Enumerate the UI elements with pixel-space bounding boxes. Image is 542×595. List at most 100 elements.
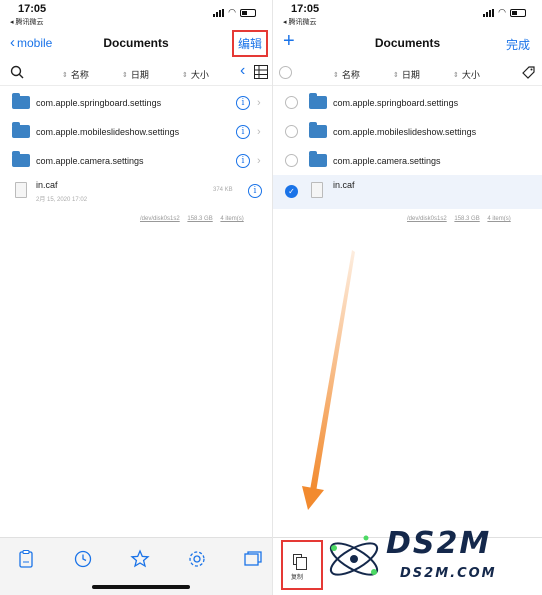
- status-carrier: ◂ 腾讯微云: [10, 19, 44, 26]
- folder-icon: [12, 122, 30, 138]
- row-checkbox[interactable]: [285, 154, 298, 167]
- row-checkbox[interactable]: [285, 125, 298, 138]
- page-title: Documents: [374, 36, 441, 50]
- sort-arrows-icon: ⇕: [182, 71, 188, 79]
- star-icon[interactable]: [129, 548, 151, 570]
- list-item[interactable]: com.apple.camera.settings i ›: [0, 146, 272, 175]
- sort-by-size[interactable]: ⇕ 大小: [453, 68, 480, 81]
- sort-arrows-icon: ⇕: [393, 71, 399, 79]
- left-screen: 17:05 ◂ 腾讯微云 ◠ ‹ mobile Documents 编辑 ⇕ 名称…: [0, 0, 272, 595]
- sort-arrows-icon: ⇕: [62, 71, 68, 79]
- folder-name: com.apple.springboard.settings: [333, 97, 459, 108]
- sort-by-name[interactable]: ⇕ 名称: [333, 68, 360, 81]
- list-item-selected[interactable]: ✓ in.caf: [273, 175, 542, 209]
- wifi-icon: ◠: [498, 7, 506, 17]
- list-item[interactable]: in.caf 2月 15, 2020 17:02 374 KB i: [0, 175, 272, 209]
- sort-by-name[interactable]: ⇕ 名称: [62, 68, 89, 81]
- status-bar: 17:05 ◂ 腾讯微云 ◠: [273, 0, 542, 30]
- sort-arrows-icon: ⇕: [453, 71, 459, 79]
- list-item[interactable]: com.apple.mobileslideshow.settings i ›: [0, 117, 272, 146]
- chevron-right-icon: ›: [257, 125, 261, 138]
- row-checkbox[interactable]: [285, 96, 298, 109]
- file-icon: [311, 182, 323, 198]
- item-count: 4 item(s): [220, 216, 244, 222]
- wifi-icon: ◠: [228, 7, 236, 17]
- sort-arrows-icon: ⇕: [122, 71, 128, 79]
- file-list: com.apple.springboard.settings i › com.a…: [0, 88, 272, 209]
- signal-icon: [483, 8, 495, 17]
- free-space: 158.3 GB: [187, 216, 213, 222]
- status-bar: 17:05 ◂ 腾讯微云 ◠: [0, 0, 272, 30]
- grid-view-icon[interactable]: [254, 65, 268, 79]
- search-icon[interactable]: [10, 65, 24, 79]
- file-list: com.apple.springboard.settings com.apple…: [273, 88, 542, 209]
- folder-name: com.apple.mobileslideshow.settings: [36, 126, 180, 137]
- status-icons: ◠: [213, 7, 256, 18]
- folder-name: com.apple.camera.settings: [36, 155, 144, 166]
- nav-bar: ‹ mobile Documents 编辑: [0, 28, 272, 58]
- storage-info: /dev/disk0s1s2 158.3 GB 4 item(s): [401, 216, 511, 222]
- file-icon: [15, 182, 27, 198]
- folder-name: com.apple.mobileslideshow.settings: [333, 126, 477, 137]
- gear-icon[interactable]: [186, 548, 208, 570]
- info-icon[interactable]: i: [248, 184, 262, 198]
- windows-icon[interactable]: [242, 548, 264, 570]
- signal-icon: [213, 8, 225, 17]
- chevron-left-icon[interactable]: ‹: [240, 62, 245, 80]
- watermark-title: DS2M: [386, 526, 492, 561]
- sort-toolbar: ⇕ 名称 ⇕ 日期 ⇕ 大小: [273, 60, 542, 86]
- info-icon[interactable]: i: [236, 95, 250, 110]
- status-time: 17:05: [291, 3, 320, 15]
- file-name: in.caf: [36, 180, 58, 190]
- disk-path: /dev/disk0s1s2: [407, 216, 447, 222]
- list-item[interactable]: com.apple.camera.settings: [273, 146, 542, 175]
- sort-size-label: 大小: [190, 70, 209, 80]
- folder-icon: [12, 151, 30, 167]
- list-item[interactable]: com.apple.springboard.settings i ›: [0, 88, 272, 117]
- sort-arrows-icon: ⇕: [333, 71, 339, 79]
- folder-name: com.apple.springboard.settings: [36, 97, 162, 108]
- tag-icon[interactable]: [521, 65, 536, 80]
- edit-button[interactable]: 编辑: [231, 30, 268, 57]
- status-carrier: ◂ 腾讯微云: [283, 19, 317, 26]
- status-time: 17:05: [18, 3, 47, 15]
- storage-info: /dev/disk0s1s2 158.3 GB 4 item(s): [134, 216, 244, 222]
- checkmark-icon[interactable]: ✓: [285, 185, 298, 198]
- list-item[interactable]: com.apple.mobileslideshow.settings: [273, 117, 542, 146]
- chevron-right-icon: ›: [257, 96, 261, 109]
- sort-date-label: 日期: [130, 70, 149, 80]
- copy-button[interactable]: 复制: [281, 540, 323, 590]
- list-item[interactable]: com.apple.springboard.settings: [273, 88, 542, 117]
- tab-bar: [0, 537, 272, 595]
- battery-icon: [510, 8, 526, 17]
- file-size: 374 KB: [213, 187, 233, 193]
- status-icons: ◠: [483, 7, 526, 18]
- info-icon[interactable]: i: [236, 153, 250, 168]
- sort-by-date[interactable]: ⇕ 日期: [393, 68, 420, 81]
- sort-by-date[interactable]: ⇕ 日期: [122, 68, 149, 81]
- copy-label: 复制: [291, 575, 304, 581]
- clipboard-icon[interactable]: [15, 548, 37, 570]
- sort-by-size[interactable]: ⇕ 大小: [182, 68, 209, 81]
- battery-icon: [240, 8, 256, 17]
- folder-icon: [309, 122, 327, 138]
- select-all-checkbox[interactable]: [279, 66, 292, 79]
- home-indicator: [92, 585, 190, 589]
- disk-path: /dev/disk0s1s2: [140, 216, 180, 222]
- nav-bar: + Documents 完成: [273, 28, 542, 58]
- watermark-subtitle: DS2M.COM: [400, 566, 497, 581]
- copy-icon: [293, 554, 307, 570]
- done-button[interactable]: 完成: [506, 36, 530, 53]
- folder-icon: [309, 93, 327, 109]
- folder-icon: [12, 93, 30, 109]
- right-screen: 17:05 ◂ 腾讯微云 ◠ + Documents 完成 ⇕ 名称 ⇕ 日期 ⇕ 大…: [272, 0, 542, 595]
- sort-date-label: 日期: [401, 70, 420, 80]
- folder-name: com.apple.camera.settings: [333, 155, 441, 166]
- free-space: 158.3 GB: [454, 216, 480, 222]
- info-icon[interactable]: i: [236, 124, 250, 139]
- sort-name-label: 名称: [341, 70, 360, 80]
- clock-icon[interactable]: [72, 548, 94, 570]
- chevron-right-icon: ›: [257, 154, 261, 167]
- item-count: 4 item(s): [487, 216, 511, 222]
- file-name: in.caf: [333, 180, 355, 190]
